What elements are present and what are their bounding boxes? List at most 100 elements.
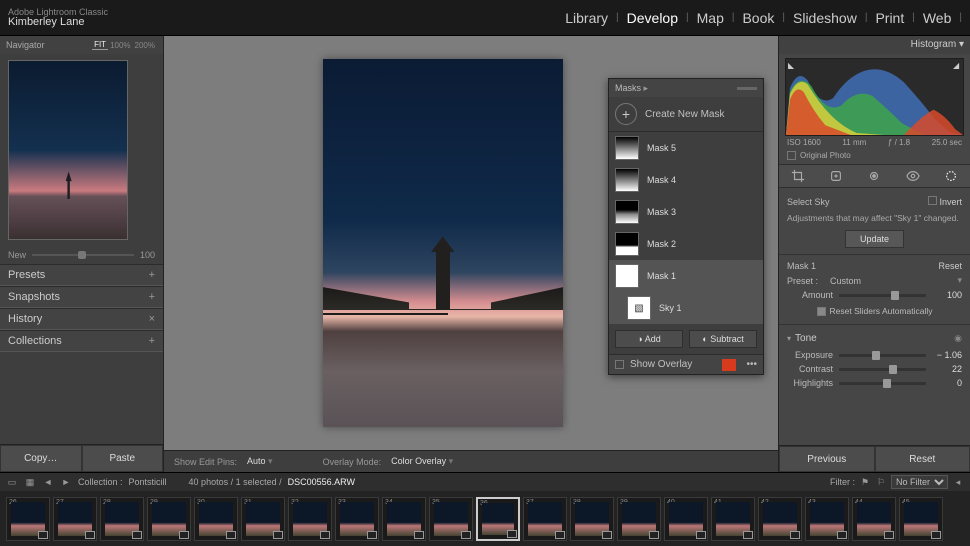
filmstrip-thumb[interactable]: 41 <box>711 497 755 541</box>
eye-tool-icon[interactable] <box>904 167 922 185</box>
module-web[interactable]: Web <box>915 10 960 26</box>
zoom-100[interactable]: 100% <box>108 41 132 50</box>
right-panel: Histogram ▾ ◣ ◢ ISO 1600 11 mm ƒ / 1.8 2… <box>778 36 970 472</box>
overlay-color-swatch[interactable] <box>722 359 736 371</box>
mask-sub-item[interactable]: ▧Sky 1 <box>609 292 763 324</box>
section-presets[interactable]: Presets+ <box>0 264 163 286</box>
mask-reset-link[interactable]: Reset <box>938 261 962 271</box>
filter-lock-icon[interactable]: ◂ <box>952 476 964 488</box>
zoom-200[interactable]: 200% <box>133 41 157 50</box>
filmstrip-thumb[interactable]: 39 <box>617 497 661 541</box>
section-snapshots[interactable]: Snapshots+ <box>0 286 163 308</box>
overlay-mode-dropdown[interactable]: Color Overlay <box>391 456 453 467</box>
invert-checkbox[interactable] <box>928 196 937 205</box>
drag-handle-icon[interactable] <box>737 87 757 90</box>
masks-panel-header[interactable]: Masks <box>609 79 763 97</box>
tone-section-header[interactable]: Tone◉ <box>787 329 962 348</box>
mask-thumb-icon <box>615 136 639 160</box>
mask-subtract-button[interactable]: ◐ Subtract <box>689 330 757 348</box>
filmstrip-thumb[interactable]: 27 <box>53 497 97 541</box>
filmstrip-strip[interactable]: 2627282930313233343536373839404142434445 <box>0 491 970 546</box>
pins-dropdown[interactable]: Auto <box>247 456 273 467</box>
zoom-fit[interactable]: FIT <box>92 40 108 50</box>
more-icon[interactable]: ••• <box>746 359 757 370</box>
original-photo-checkbox[interactable] <box>787 151 796 160</box>
mask-item[interactable]: Mask 4 <box>609 164 763 196</box>
filmstrip-thumb[interactable]: 29 <box>147 497 191 541</box>
identity-plate: Kimberley Lane <box>8 17 108 28</box>
filmstrip-thumb[interactable]: 38 <box>570 497 614 541</box>
module-print[interactable]: Print <box>867 10 912 26</box>
main-window-icon[interactable]: ▭ <box>6 476 18 488</box>
current-filename: DSC00556.ARW <box>288 477 355 487</box>
mask-item-selected[interactable]: Mask 1 <box>609 260 763 292</box>
filmstrip-thumb[interactable]: 42 <box>758 497 802 541</box>
mask-item[interactable]: Mask 3 <box>609 196 763 228</box>
exif-iso: ISO 1600 <box>787 138 821 147</box>
redeye-tool-icon[interactable] <box>865 167 883 185</box>
mask-tool-icon[interactable] <box>942 167 960 185</box>
previous-button[interactable]: Previous <box>779 446 875 472</box>
filmstrip-thumb[interactable]: 35 <box>429 497 473 541</box>
mask-thumb-icon <box>615 264 639 288</box>
filter-label: Filter : <box>830 477 855 487</box>
clip-shadow-icon[interactable]: ◣ <box>788 61 796 69</box>
show-overlay-checkbox[interactable] <box>615 360 624 369</box>
update-button[interactable]: Update <box>845 230 904 248</box>
filmstrip-thumb[interactable]: 43 <box>805 497 849 541</box>
filmstrip-thumb[interactable]: 36 <box>476 497 520 541</box>
module-book[interactable]: Book <box>734 10 782 26</box>
section-collections[interactable]: Collections+ <box>0 330 163 352</box>
show-overlay-label: Show Overlay <box>630 359 716 370</box>
create-mask-row[interactable]: + Create New Mask <box>609 97 763 132</box>
sky-icon: ▧ <box>627 296 651 320</box>
flag-reject-icon[interactable]: ⚐ <box>875 476 887 488</box>
amount-slider[interactable]: Amount 100 <box>787 288 962 302</box>
paste-button[interactable]: Paste <box>82 445 164 472</box>
crop-tool-icon[interactable] <box>789 167 807 185</box>
mask-item[interactable]: Mask 2 <box>609 228 763 260</box>
mask-add-button[interactable]: ◑ Add <box>615 330 683 348</box>
flag-pick-icon[interactable]: ⚑ <box>859 476 871 488</box>
contrast-slider[interactable]: Contrast22 <box>787 362 962 376</box>
heal-tool-icon[interactable] <box>827 167 845 185</box>
module-map[interactable]: Map <box>689 10 732 26</box>
section-history[interactable]: History× <box>0 308 163 330</box>
filmstrip-thumb[interactable]: 28 <box>100 497 144 541</box>
exposure-slider[interactable]: Exposure− 1.06 <box>787 348 962 362</box>
prev-icon[interactable]: ◄ <box>42 476 54 488</box>
eye-icon[interactable]: ◉ <box>954 333 962 344</box>
filmstrip-thumb[interactable]: 33 <box>335 497 379 541</box>
filmstrip-thumb[interactable]: 37 <box>523 497 567 541</box>
mask-name-label: Mask 1 <box>787 261 816 271</box>
filter-dropdown[interactable]: No Filter <box>891 475 948 489</box>
navigator-preview[interactable] <box>8 60 128 240</box>
filmstrip-thumb[interactable]: 34 <box>382 497 426 541</box>
clip-highlight-icon[interactable]: ◢ <box>953 61 961 69</box>
grid-icon[interactable]: ▦ <box>24 476 36 488</box>
histogram-header[interactable]: Histogram ▾ <box>779 36 970 54</box>
filmstrip-thumb[interactable]: 44 <box>852 497 896 541</box>
collection-name[interactable]: Pontsticill <box>129 477 167 487</box>
filmstrip-thumb[interactable]: 31 <box>241 497 285 541</box>
reset-button[interactable]: Reset <box>875 446 970 472</box>
module-develop[interactable]: Develop <box>619 10 686 26</box>
filmstrip-thumb[interactable]: 30 <box>194 497 238 541</box>
module-slideshow[interactable]: Slideshow <box>785 10 865 26</box>
masks-panel: Masks + Create New Mask Mask 5 Mask 4 Ma… <box>608 78 764 375</box>
highlights-slider[interactable]: Highlights0 <box>787 376 962 390</box>
filmstrip-thumb[interactable]: 26 <box>6 497 50 541</box>
plus-icon[interactable]: + <box>615 103 637 125</box>
preview-slider[interactable]: New 100 <box>0 246 163 264</box>
filmstrip-thumb[interactable]: 32 <box>288 497 332 541</box>
preset-dropdown[interactable]: Custom <box>830 276 861 286</box>
module-library[interactable]: Library <box>557 10 616 26</box>
reset-auto-checkbox[interactable] <box>817 307 826 316</box>
next-icon[interactable]: ► <box>60 476 72 488</box>
histogram[interactable]: ◣ ◢ <box>785 58 964 136</box>
mask-item[interactable]: Mask 5 <box>609 132 763 164</box>
filmstrip-thumb[interactable]: 40 <box>664 497 708 541</box>
copy-button[interactable]: Copy… <box>0 445 82 472</box>
exif-focal: 11 mm <box>842 138 866 147</box>
filmstrip-thumb[interactable]: 45 <box>899 497 943 541</box>
